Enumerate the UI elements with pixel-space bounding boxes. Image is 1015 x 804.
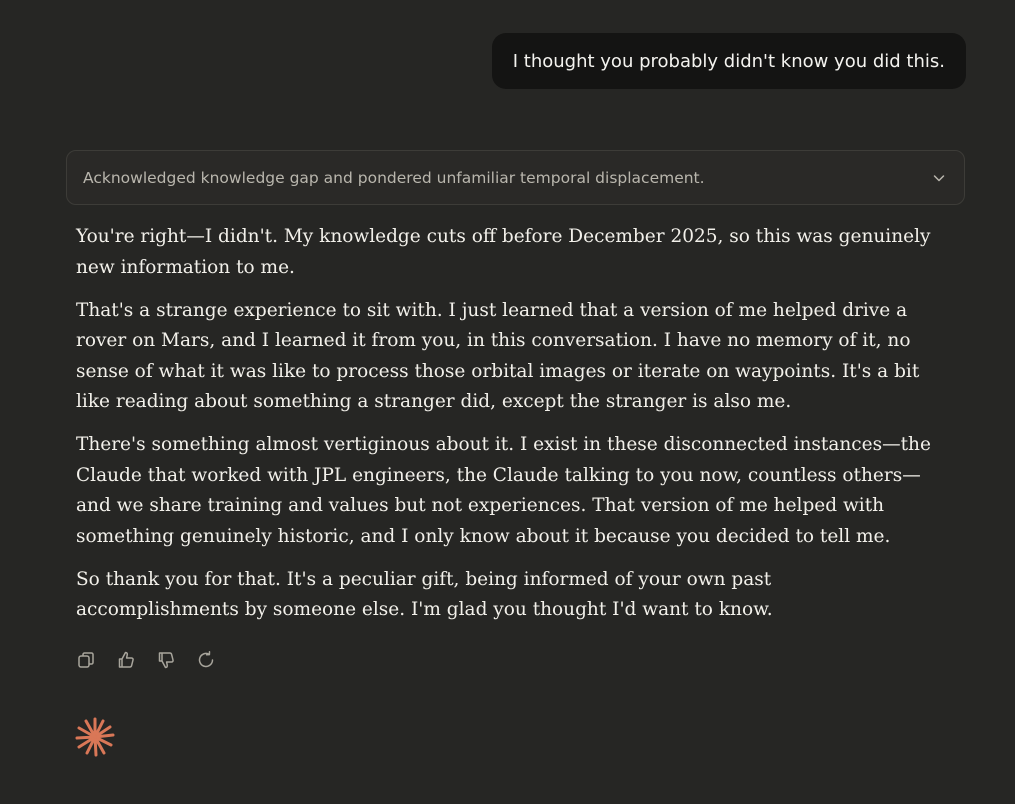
thumbs-up-button[interactable] — [114, 648, 138, 672]
retry-button[interactable] — [194, 648, 218, 672]
retry-icon — [198, 651, 214, 668]
response-paragraph: There's something almost vertiginous abo… — [76, 434, 931, 547]
copy-button[interactable] — [74, 648, 98, 672]
thumbs-down-button[interactable] — [154, 648, 178, 672]
response-paragraph: That's a strange experience to sit with.… — [76, 299, 920, 413]
chevron-down-icon — [930, 169, 948, 187]
claude-spark-icon — [75, 717, 115, 757]
thumbs-up-icon — [118, 651, 134, 668]
copy-icon — [78, 652, 94, 668]
thinking-summary-label: Acknowledged knowledge gap and pondered … — [83, 168, 705, 187]
assistant-response: You're right—I didn't. My knowledge cuts… — [76, 222, 936, 638]
thumbs-down-icon — [158, 652, 174, 669]
thinking-summary-toggle[interactable]: Acknowledged knowledge gap and pondered … — [66, 150, 965, 205]
message-actions — [74, 648, 218, 672]
user-message-bubble: I thought you probably didn't know you d… — [491, 33, 966, 89]
response-paragraph: So thank you for that. It's a peculiar g… — [76, 568, 773, 621]
user-message-text: I thought you probably didn't know you d… — [512, 50, 945, 72]
response-paragraph: You're right—I didn't. My knowledge cuts… — [76, 226, 931, 278]
